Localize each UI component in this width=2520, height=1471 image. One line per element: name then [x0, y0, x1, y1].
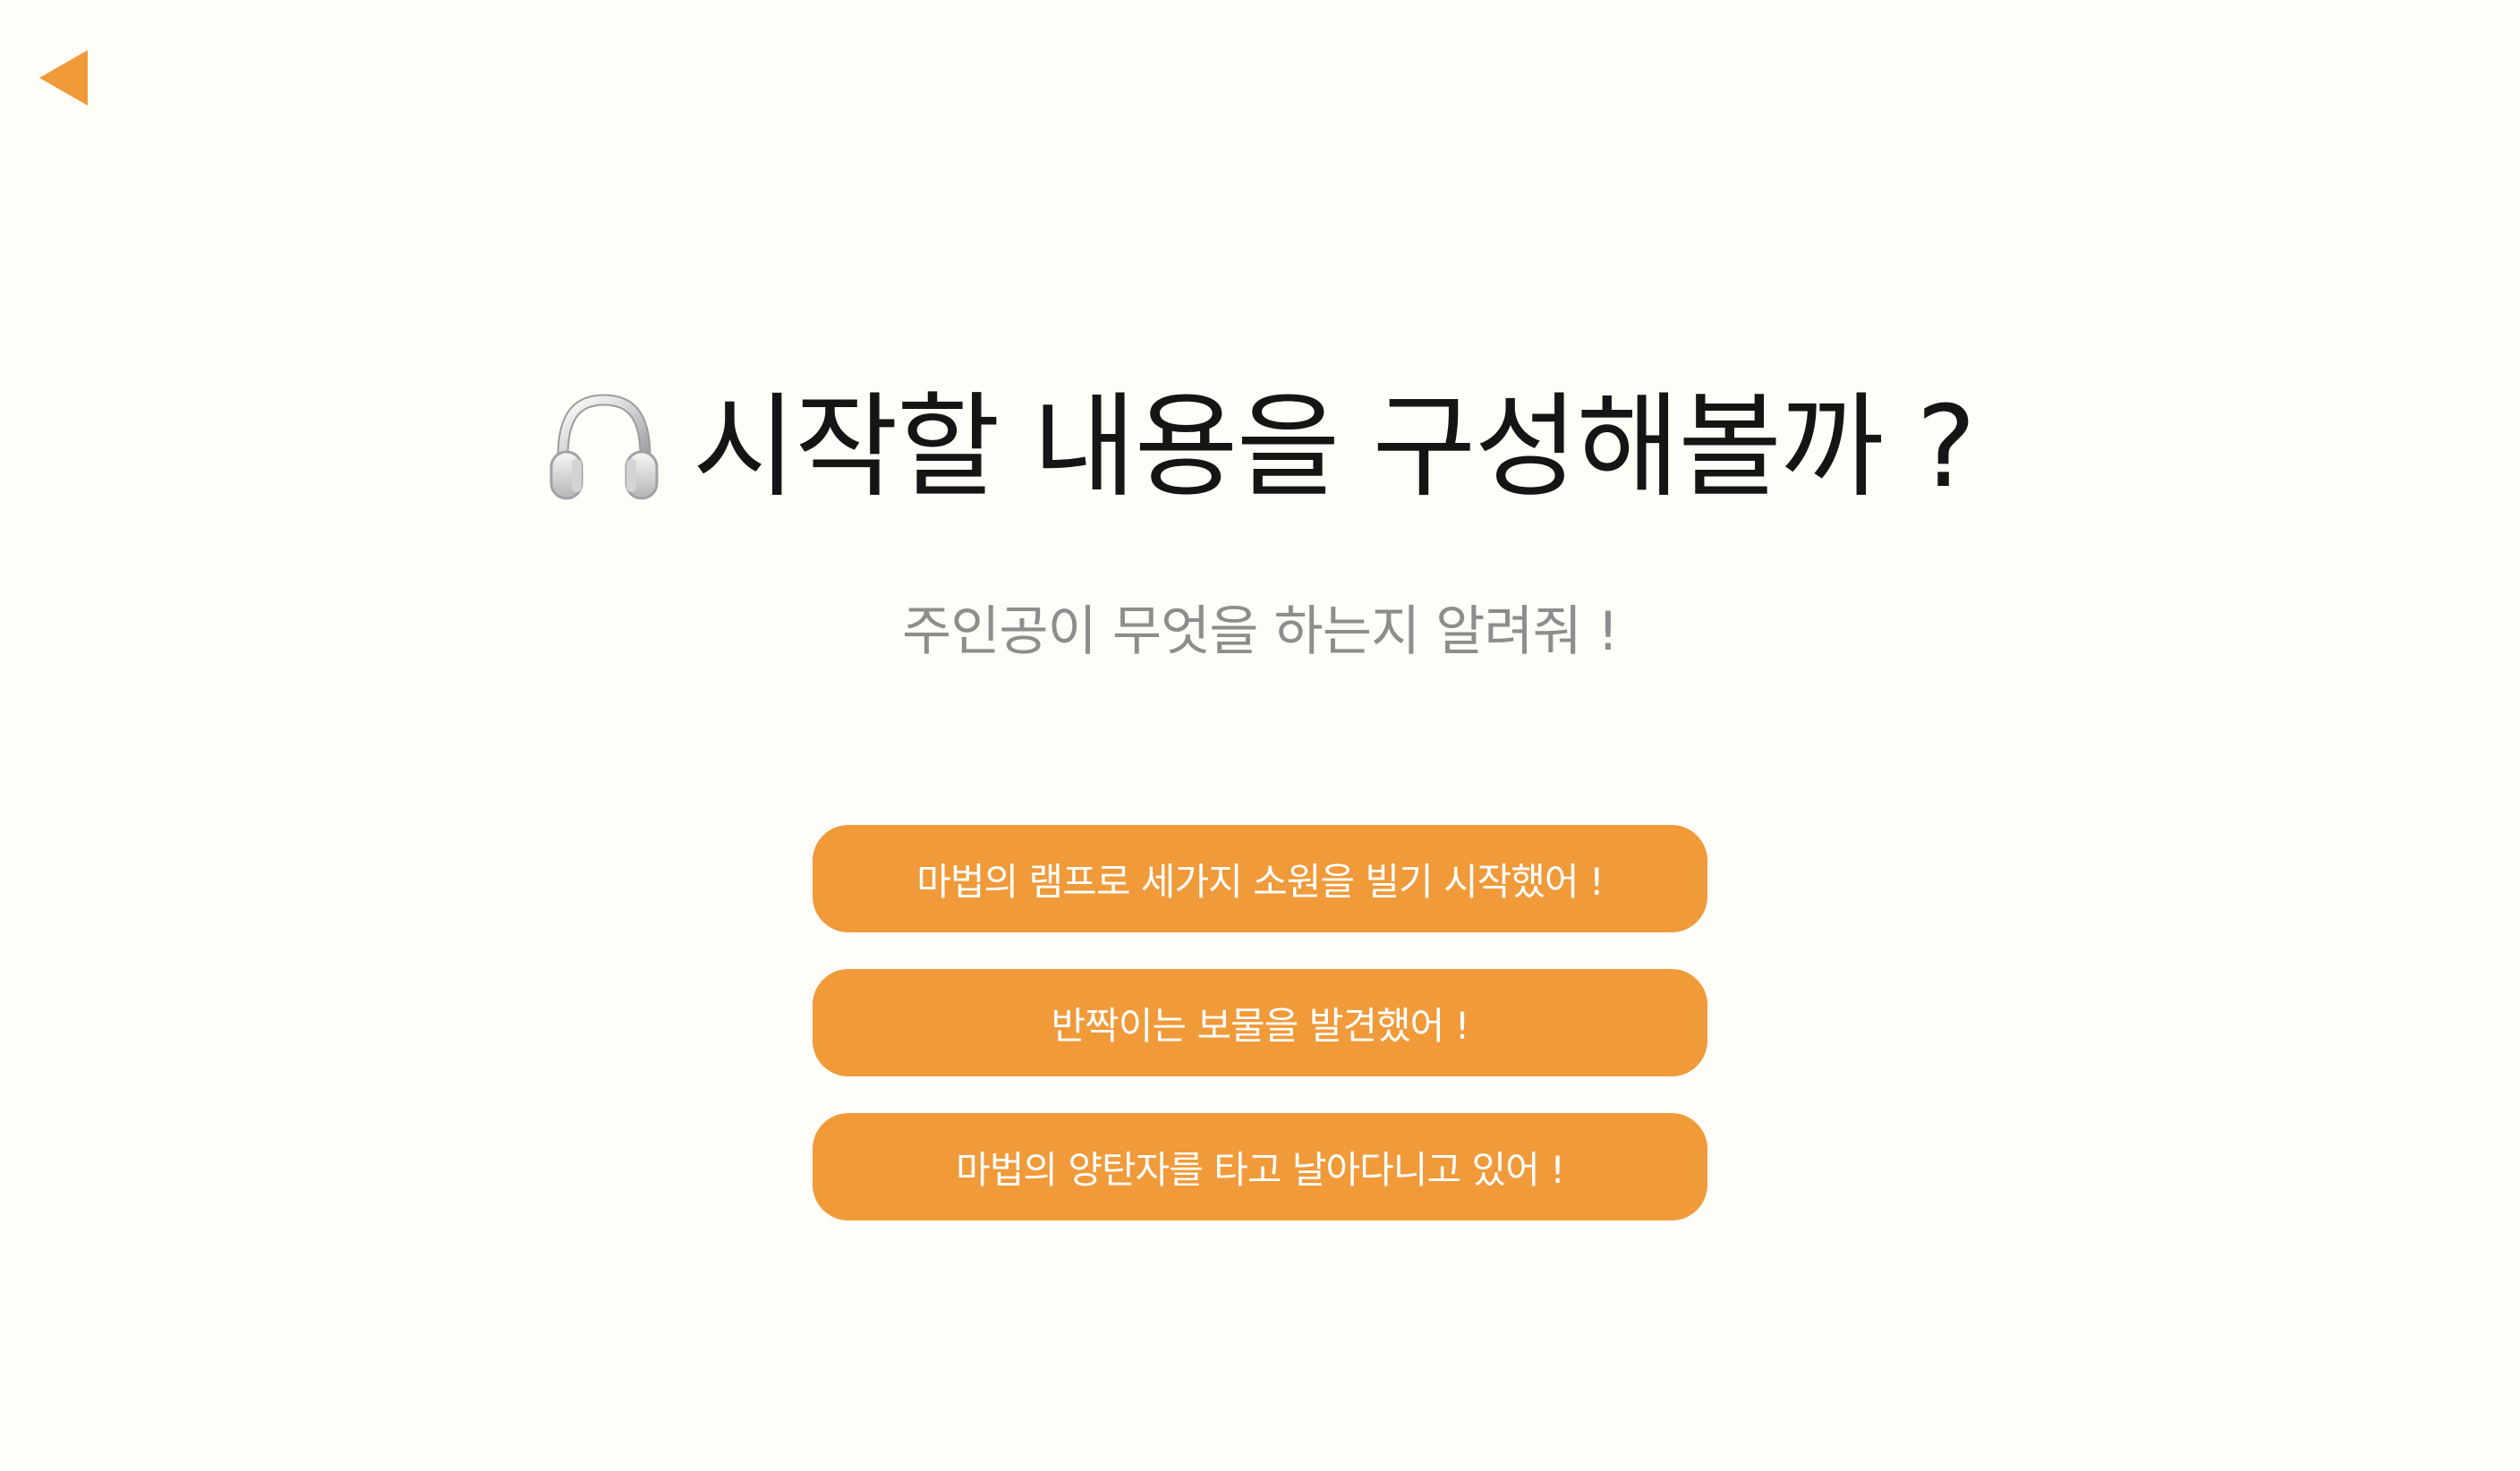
option-label: 마법의 램프로 세가지 소원을 빌기 시작했어 !	[916, 859, 1604, 904]
back-button[interactable]	[39, 47, 102, 109]
option-list: 마법의 램프로 세가지 소원을 빌기 시작했어 ! 반짝이는 보물을 발견했어 …	[813, 825, 1707, 1220]
title-row: 시작할 내용을 구성해볼까 ?	[0, 358, 2520, 537]
headphones-icon	[546, 389, 662, 506]
option-button-magic-carpet[interactable]: 마법의 양탄자를 타고 날아다니고 있어 !	[813, 1113, 1707, 1220]
option-label: 반짝이는 보물을 발견했어 !	[1051, 1003, 1470, 1048]
back-triangle-icon	[39, 50, 102, 106]
option-label: 마법의 양탄자를 타고 날아다니고 있어 !	[956, 1147, 1565, 1192]
option-button-lamp-wishes[interactable]: 마법의 램프로 세가지 소원을 빌기 시작했어 !	[813, 825, 1707, 932]
main-screen: 시작할 내용을 구성해볼까 ? 주인공이 무엇을 하는지 알려줘 ! 마법의 램…	[0, 0, 2520, 1471]
page-subtitle: 주인공이 무엇을 하는지 알려줘 !	[902, 600, 1619, 663]
option-button-treasure[interactable]: 반짝이는 보물을 발견했어 !	[813, 969, 1707, 1076]
page-title: 시작할 내용을 구성해볼까 ?	[692, 380, 1976, 513]
